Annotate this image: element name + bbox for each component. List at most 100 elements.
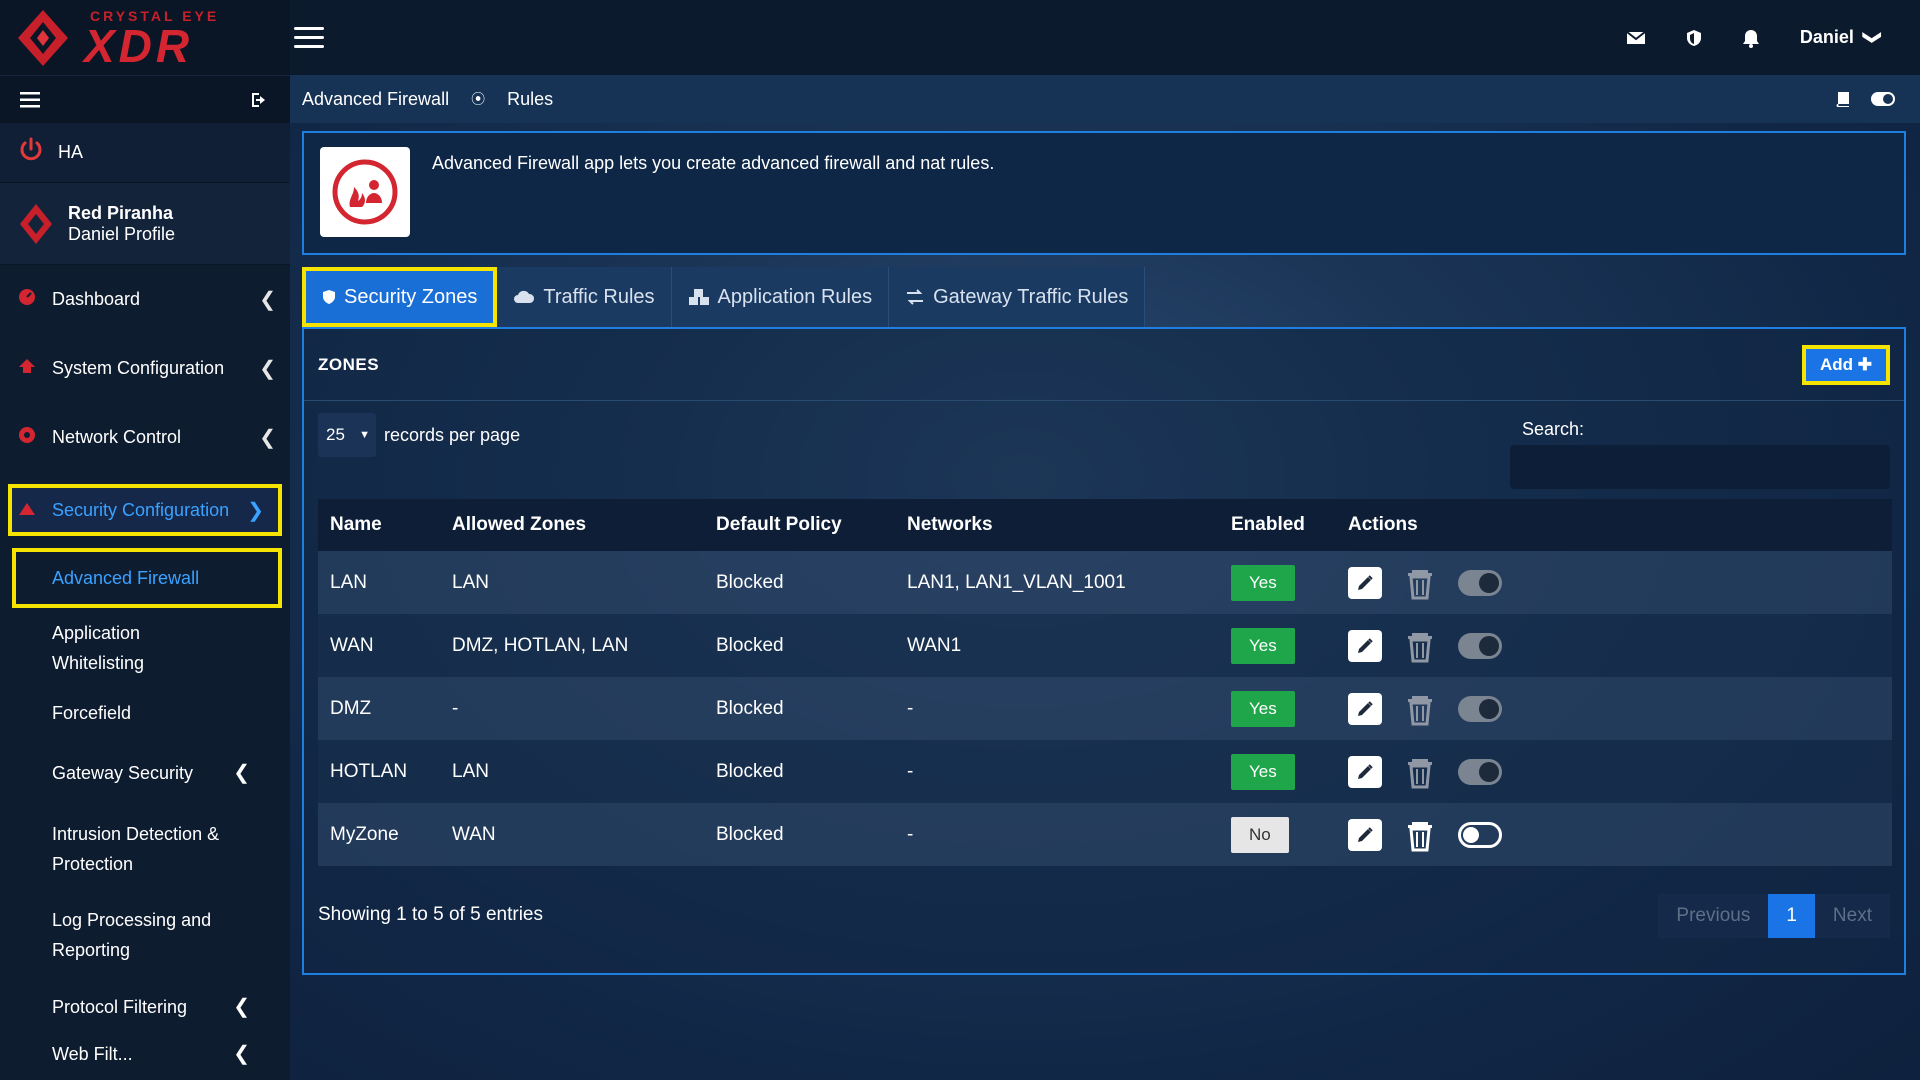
tab-label: Gateway Traffic Rules bbox=[933, 285, 1129, 308]
tab-traffic-rules[interactable]: Traffic Rules bbox=[497, 267, 672, 327]
cell-actions bbox=[1336, 803, 1892, 866]
cell-default-policy: Blocked bbox=[716, 697, 784, 719]
exchange-icon bbox=[907, 289, 924, 305]
toggle-theme-icon[interactable] bbox=[1870, 91, 1896, 107]
trash-icon[interactable] bbox=[1404, 629, 1436, 663]
edit-icon[interactable] bbox=[1348, 566, 1382, 599]
previous-page-button[interactable]: Previous bbox=[1658, 894, 1769, 938]
column-header-default-policy[interactable]: Default Policy bbox=[704, 499, 895, 551]
ha-status[interactable]: HA bbox=[0, 123, 290, 183]
sidebar-item-system-configuration[interactable]: System Configuration ❮ bbox=[0, 334, 290, 403]
profile[interactable]: Red Piranha Daniel Profile bbox=[0, 183, 290, 265]
main-content: Advanced Firewall ⦿ Rules Advanced Firew… bbox=[290, 75, 1920, 1080]
toggle-switch-icon[interactable] bbox=[1458, 758, 1502, 785]
panel-header: ZONES Add ✚ bbox=[304, 329, 1904, 401]
top-bar: Daniel ❯ bbox=[290, 0, 1920, 75]
logout-icon[interactable] bbox=[250, 91, 270, 109]
cell-actions bbox=[1336, 551, 1892, 614]
sidebar: CRYSTAL EYE XDR HA Red Piranha Daniel Pr… bbox=[0, 0, 290, 1080]
sidebar-item-dashboard[interactable]: Dashboard ❮ bbox=[0, 265, 290, 334]
enabled-badge: Yes bbox=[1231, 690, 1295, 727]
edit-icon[interactable] bbox=[1348, 818, 1382, 851]
chevron-left-icon: ❮ bbox=[259, 427, 276, 449]
page-1-button[interactable]: 1 bbox=[1768, 894, 1815, 938]
tab-security-zones[interactable]: Security Zones bbox=[302, 267, 498, 327]
chevron-down-icon: ❯ bbox=[247, 499, 264, 522]
shield-icon bbox=[323, 290, 335, 304]
cell-actions bbox=[1336, 614, 1892, 677]
add-button[interactable]: Add ✚ bbox=[1801, 344, 1890, 385]
sidebar-subitem-intrusion-detection[interactable]: Intrusion Detection & Protection bbox=[0, 808, 290, 890]
cell-name: LAN bbox=[330, 571, 367, 593]
chevron-down-icon: ❯ bbox=[1862, 29, 1883, 46]
ha-label: HA bbox=[58, 142, 84, 162]
mail-icon[interactable] bbox=[1626, 30, 1646, 46]
records-per-page-select[interactable]: 25 ▼ bbox=[318, 413, 376, 457]
cell-name: DMZ bbox=[330, 697, 372, 719]
cell-name: MyZone bbox=[330, 823, 399, 845]
caret-down-icon: ▼ bbox=[359, 429, 370, 441]
logo-main-text: XDR bbox=[84, 19, 194, 72]
sidebar-subitem-protocol-filtering[interactable]: Protocol Filtering ❮ bbox=[0, 980, 290, 1034]
hamburger-menu-icon[interactable] bbox=[294, 27, 324, 48]
sidebar-item-label: Security Configuration bbox=[52, 499, 230, 520]
chevron-left-icon: ❮ bbox=[233, 996, 250, 1018]
column-header-allowed-zones[interactable]: Allowed Zones bbox=[440, 499, 704, 551]
sidebar-subitem-forcefield[interactable]: Forcefield bbox=[0, 688, 290, 738]
tab-bar: Security Zones Traffic Rules Application… bbox=[302, 267, 1146, 327]
sidebar-item-network-control[interactable]: Network Control ❮ bbox=[0, 403, 290, 472]
cell-networks: - bbox=[907, 697, 914, 719]
bell-icon[interactable] bbox=[1742, 28, 1760, 48]
search-input[interactable] bbox=[1510, 445, 1890, 489]
sidebar-subitem-advanced-firewall[interactable]: Advanced Firewall bbox=[12, 548, 282, 608]
sidebar-subitem-label: Intrusion Detection & Protection bbox=[52, 824, 220, 874]
cell-allowed-zones: WAN bbox=[452, 823, 496, 845]
user-name: Daniel bbox=[1799, 27, 1854, 47]
edit-icon[interactable] bbox=[1348, 629, 1382, 662]
cell-networks: - bbox=[907, 823, 914, 845]
zones-table: Name Allowed Zones Default Policy Networ… bbox=[318, 499, 1892, 866]
sidebar-item-security-configuration[interactable]: Security Configuration ❯ bbox=[8, 484, 282, 536]
sidebar-subitem-log-processing[interactable]: Log Processing and Reporting bbox=[0, 890, 290, 980]
menu-icon[interactable] bbox=[20, 91, 40, 108]
trash-icon[interactable] bbox=[1404, 692, 1436, 726]
cell-networks: LAN1, LAN1_VLAN_1001 bbox=[907, 571, 1126, 593]
security-config-icon bbox=[18, 500, 52, 521]
breadcrumb-parent[interactable]: Advanced Firewall bbox=[302, 89, 449, 110]
edit-icon[interactable] bbox=[1348, 692, 1382, 725]
next-page-button[interactable]: Next bbox=[1814, 894, 1890, 938]
sidebar-item-label: Network Control bbox=[52, 427, 182, 447]
table-row: DMZ - Blocked - Yes bbox=[318, 677, 1892, 740]
toggle-switch-icon[interactable] bbox=[1458, 695, 1502, 722]
user-menu[interactable]: Daniel ❯ bbox=[1799, 27, 1883, 48]
profile-logo-icon bbox=[20, 203, 52, 244]
logo[interactable]: CRYSTAL EYE XDR bbox=[0, 0, 290, 75]
enabled-badge: Yes bbox=[1231, 564, 1295, 601]
tab-label: Traffic Rules bbox=[543, 285, 655, 308]
table-info: Showing 1 to 5 of 5 entries bbox=[318, 904, 543, 925]
edit-icon[interactable] bbox=[1348, 755, 1382, 788]
sidebar-subitem-label: Log Processing and Reporting bbox=[52, 910, 212, 960]
column-header-actions: Actions bbox=[1336, 499, 1892, 551]
toggle-switch-icon[interactable] bbox=[1458, 821, 1502, 848]
sidebar-subitem-gateway-security[interactable]: Gateway Security ❮ bbox=[0, 738, 290, 808]
column-header-networks[interactable]: Networks bbox=[895, 499, 1219, 551]
trash-icon[interactable] bbox=[1404, 755, 1436, 789]
cell-enabled: Yes bbox=[1219, 551, 1336, 614]
toggle-switch-icon[interactable] bbox=[1458, 632, 1502, 659]
sidebar-subitem-web-filtering[interactable]: Web Filt... ❮ bbox=[0, 1034, 290, 1074]
sidebar-subitem-application-whitelisting[interactable]: Application Whitelisting bbox=[0, 608, 290, 688]
trash-icon[interactable] bbox=[1404, 566, 1436, 600]
sidebar-item-label: Dashboard bbox=[52, 289, 141, 309]
cell-allowed-zones: LAN bbox=[452, 760, 489, 782]
column-header-enabled[interactable]: Enabled bbox=[1219, 499, 1336, 551]
trash-icon[interactable] bbox=[1404, 818, 1436, 852]
shield-icon[interactable] bbox=[1686, 29, 1702, 47]
profile-name: Red Piranha bbox=[68, 202, 174, 223]
tab-application-rules[interactable]: Application Rules bbox=[671, 267, 890, 327]
book-icon[interactable] bbox=[1834, 90, 1852, 108]
cubes-icon bbox=[688, 289, 709, 305]
tab-gateway-traffic-rules[interactable]: Gateway Traffic Rules bbox=[889, 267, 1146, 327]
toggle-switch-icon[interactable] bbox=[1458, 569, 1502, 596]
column-header-name[interactable]: Name bbox=[318, 499, 440, 551]
